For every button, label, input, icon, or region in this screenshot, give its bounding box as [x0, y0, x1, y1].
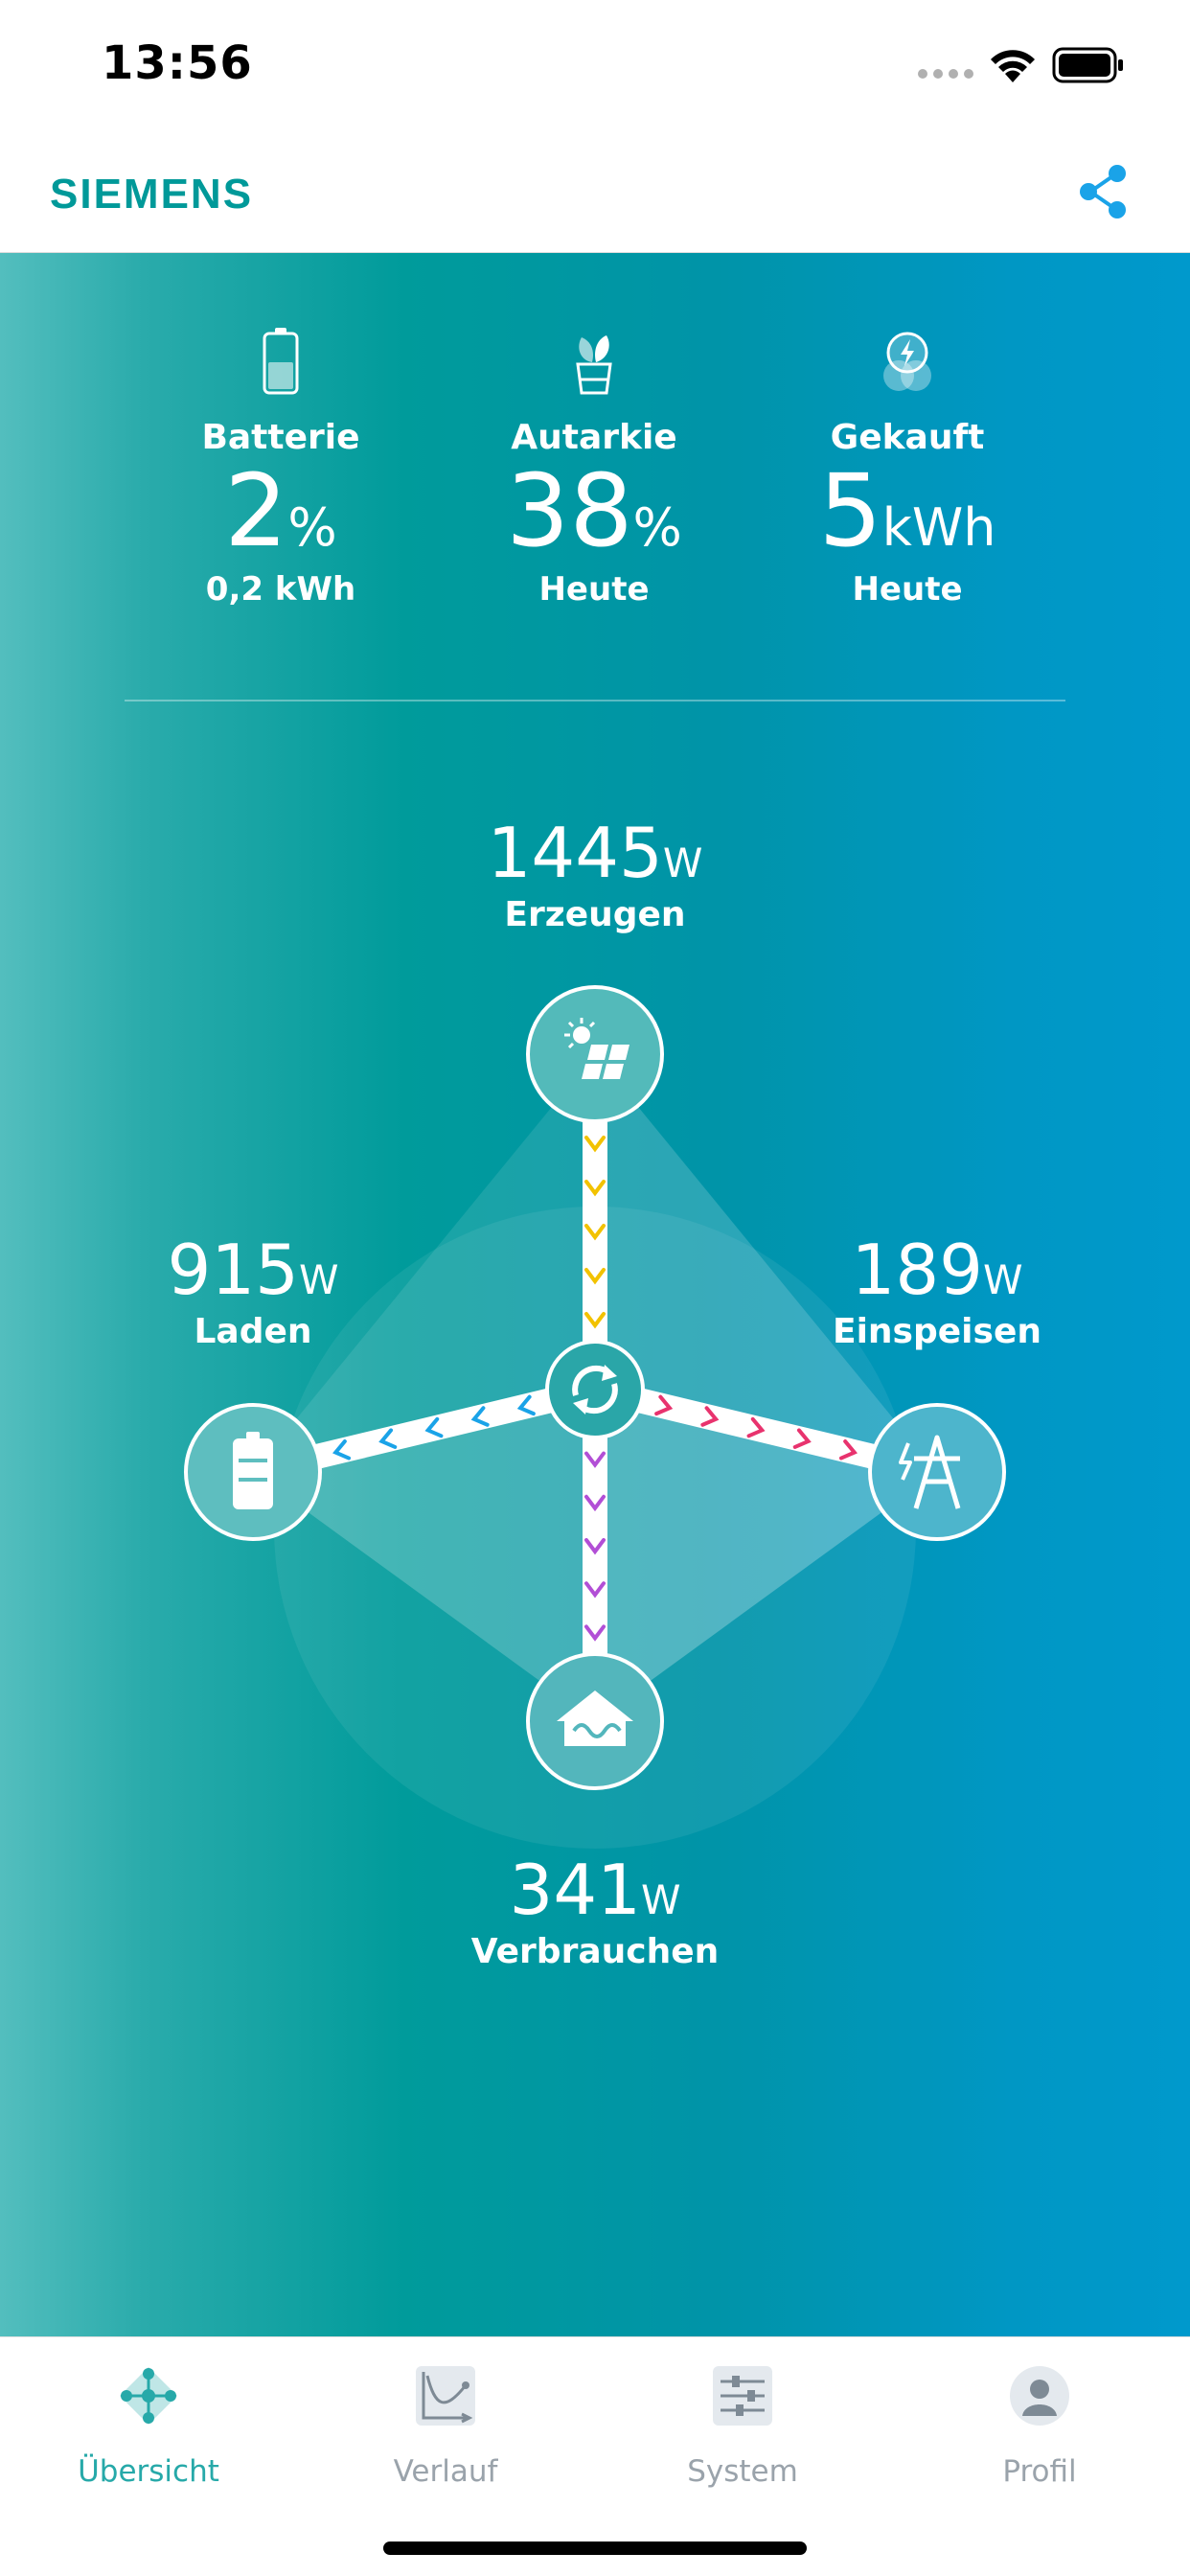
flow-charge-label: Laden: [194, 1312, 312, 1351]
node-charge[interactable]: [184, 1403, 322, 1541]
status-bar: 13:56: [0, 0, 1190, 134]
node-feed[interactable]: [868, 1403, 1006, 1541]
status-time: 13:56: [102, 36, 253, 90]
tab-profile[interactable]: Profil: [891, 2362, 1188, 2506]
overview-network-icon: [120, 2367, 177, 2425]
chart-curve-icon: [416, 2366, 475, 2426]
sliders-icon: [713, 2366, 772, 2426]
siemens-logo: SIEMENS: [50, 171, 254, 218]
tab-overview[interactable]: Übersicht: [0, 2362, 297, 2506]
flow-produce[interactable]: 1445W Erzeugen: [423, 818, 767, 934]
overview-panel: Batterie 2% 0,2 kWh Autarkie 38% Heute G…: [0, 253, 1190, 2336]
flow-feed-unit: W: [982, 1256, 1023, 1303]
node-consume[interactable]: [526, 1652, 664, 1790]
flow-produce-unit: W: [662, 840, 703, 886]
flow-feed[interactable]: 189W Einspeisen: [765, 1235, 1110, 1351]
flow-charge[interactable]: 915W Laden: [80, 1235, 425, 1351]
share-icon[interactable]: [1073, 161, 1134, 222]
flow-consume-value: 341: [509, 1850, 641, 1930]
cellular-signal-icon: [918, 69, 973, 80]
tab-system-label: System: [687, 2454, 798, 2489]
flow-produce-value: 1445: [487, 813, 663, 893]
flow-produce-label: Erzeugen: [504, 895, 686, 934]
flow-charge-unit: W: [298, 1256, 339, 1303]
node-produce[interactable]: [526, 985, 664, 1123]
battery-status-icon: [1052, 47, 1123, 83]
tab-history-label: Verlauf: [393, 2454, 498, 2489]
battery-icon: [233, 1432, 273, 1509]
home-indicator: [383, 2542, 807, 2555]
flow-feed-label: Einspeisen: [833, 1312, 1041, 1351]
tab-bar: Übersicht Verlauf System Profil: [0, 2336, 1190, 2576]
flow-charge-value: 915: [167, 1230, 299, 1310]
wifi-icon: [991, 50, 1035, 82]
flow-consume-label: Verbrauchen: [470, 1932, 720, 1971]
tab-overview-label: Übersicht: [78, 2454, 219, 2489]
tab-system[interactable]: System: [594, 2362, 891, 2506]
tab-history[interactable]: Verlauf: [297, 2362, 594, 2506]
flow-feed-value: 189: [851, 1230, 983, 1310]
profile-icon: [1010, 2366, 1069, 2426]
flow-consume[interactable]: 341W Verbrauchen: [423, 1855, 767, 1971]
tab-profile-label: Profil: [1002, 2454, 1077, 2489]
flow-consume-unit: W: [640, 1876, 681, 1923]
app-header: SIEMENS: [0, 134, 1190, 253]
